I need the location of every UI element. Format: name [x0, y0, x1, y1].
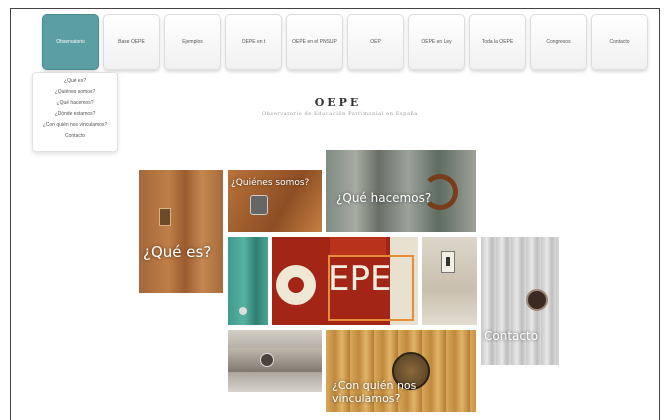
nav-item-oepe-ley[interactable]: OEPE en Ley — [408, 14, 465, 70]
oepe-logo-tile[interactable]: EPE — [272, 237, 418, 325]
logo-frame — [328, 255, 414, 321]
dropdown-item-quienes-somos[interactable]: ¿Quiénes somos? — [33, 87, 117, 98]
lock-plate-icon — [159, 208, 171, 226]
page-subtitle: Observatorio de Educación Patrimonial en… — [262, 111, 418, 117]
tile-metal-plate[interactable] — [228, 330, 322, 392]
dropdown-item-donde-estamos[interactable]: ¿Dónde estamos? — [33, 109, 117, 120]
page-title: OEPE — [314, 96, 362, 109]
tile-que-es[interactable]: ¿Qué es? — [139, 170, 223, 293]
tile-contacto[interactable]: Contacto — [481, 237, 559, 365]
tile-con-quien-label: ¿Con quién nos vinculamos? — [332, 379, 417, 405]
tile-contacto-label: Contacto — [484, 329, 539, 343]
logo-o-ring — [276, 265, 316, 305]
tile-quienes-somos[interactable]: ¿Quiénes somos? — [228, 170, 322, 232]
nav-item-ejemplos[interactable]: Ejemplos — [164, 14, 221, 70]
observatorio-dropdown: ¿Qué es? ¿Quiénes somos? ¿Qué hacemos? ¿… — [32, 72, 118, 152]
nav-item-oepe-en-t[interactable]: OEPE en t — [225, 14, 282, 70]
dropdown-item-que-hacemos[interactable]: ¿Qué hacemos? — [33, 98, 117, 109]
padlock-icon — [250, 195, 268, 215]
tile-quienes-somos-label: ¿Quiénes somos? — [231, 178, 310, 188]
nav-item-congresos[interactable]: Congresos — [530, 14, 587, 70]
nav-item-contacto[interactable]: Contacto — [591, 14, 648, 70]
metal-plate-icon — [228, 348, 322, 372]
nav-item-oep[interactable]: OEP — [347, 14, 404, 70]
main-nav: Observatorio Base OEPE Ejemplos OEPE en … — [42, 14, 648, 70]
nav-item-oepe-pnsup[interactable]: OEPE en el PNSUP — [286, 14, 343, 70]
dropdown-item-que-es[interactable]: ¿Qué es? — [33, 76, 117, 87]
nav-item-toda-oepe[interactable]: Toda la OEPE — [469, 14, 526, 70]
nav-item-observatorio[interactable]: Observatorio — [42, 14, 99, 70]
tile-con-quien[interactable]: ¿Con quién nos vinculamos? — [326, 330, 476, 412]
tile-que-hacemos[interactable]: ¿Qué hacemos? — [326, 150, 476, 232]
bolt-icon — [239, 307, 247, 315]
nav-item-base-oepe[interactable]: Base OEPE — [103, 14, 160, 70]
dropdown-item-contacto[interactable]: Contacto — [33, 131, 117, 142]
switch-icon — [441, 251, 455, 273]
tile-light-switch[interactable] — [422, 237, 477, 325]
tile-que-hacemos-label: ¿Qué hacemos? — [336, 191, 432, 205]
keyhole-icon — [526, 289, 548, 311]
dropdown-item-con-quien[interactable]: ¿Con quién nos vinculamos? — [33, 120, 117, 131]
tile-teal-door[interactable] — [228, 237, 268, 325]
tile-que-es-label: ¿Qué es? — [143, 243, 212, 261]
